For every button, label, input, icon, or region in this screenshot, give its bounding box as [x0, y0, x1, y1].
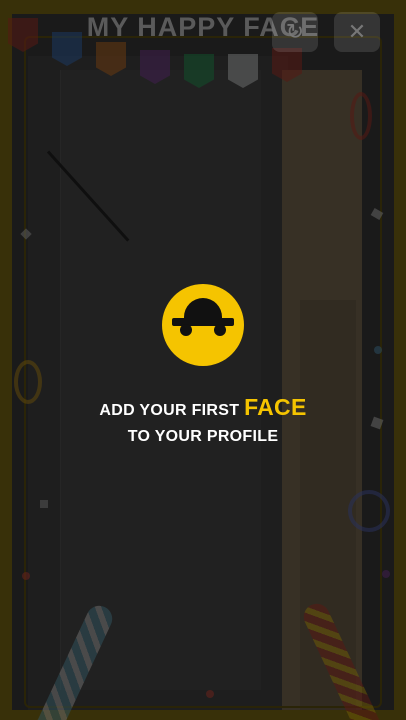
prompt-line-1: ADD YOUR FIRST FACE	[0, 394, 406, 421]
refresh-icon: ↻	[285, 19, 305, 44]
close-icon: ✕	[347, 19, 367, 44]
face-dome	[184, 298, 222, 318]
flip-camera-button[interactable]: ↻	[272, 12, 318, 52]
prompt-highlight: FACE	[244, 394, 307, 420]
face-eye-right	[214, 324, 226, 336]
camera-screen: MY HAPPY FACE ↻ ✕ ADD YOUR FIRST FACE TO…	[0, 0, 406, 720]
face-eye-left	[180, 324, 192, 336]
smiley-face-icon	[162, 284, 244, 366]
prompt-line-2: TO YOUR PROFILE	[127, 428, 279, 445]
prompt-prefix: ADD YOUR FIRST	[99, 402, 240, 419]
close-button[interactable]: ✕	[334, 12, 380, 52]
